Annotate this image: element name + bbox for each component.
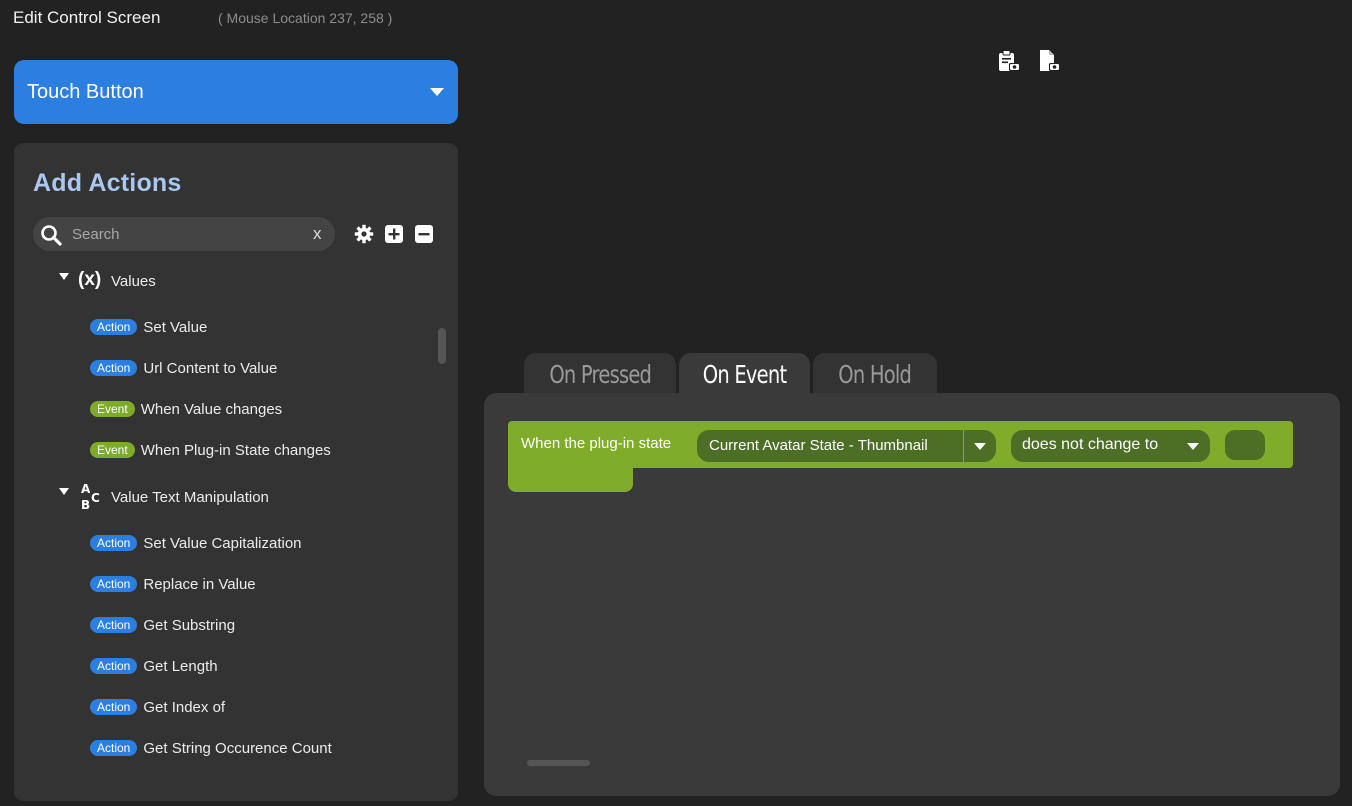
plugin-state-dropdown[interactable]: Current Avatar State - Thumbnail (697, 430, 996, 462)
chevron-down-icon (430, 88, 444, 96)
tab-label: On Event (702, 359, 787, 389)
list-item-get-index-of[interactable]: Action Get Index of (90, 697, 225, 717)
item-label: Replace in Value (143, 575, 256, 593)
action-badge: Action (90, 319, 138, 335)
event-editor-canvas[interactable]: When the plug-in state Current Avatar St… (484, 393, 1340, 796)
plugin-state-value: Current Avatar State - Thumbnail (709, 437, 928, 454)
item-label: Get Index of (143, 698, 226, 716)
control-type-dropdown[interactable]: Touch Button (14, 60, 458, 124)
chevron-down-icon (1187, 443, 1199, 450)
collapse-all-icon[interactable] (414, 224, 434, 244)
action-badge: Action (90, 617, 138, 633)
list-item-set-value[interactable]: Action Set Value (90, 317, 207, 337)
list-item-set-value-capitalization[interactable]: Action Set Value Capitalization (90, 533, 302, 553)
item-label: When Value changes (140, 400, 283, 418)
tab-on-hold[interactable]: On Hold (813, 353, 937, 395)
svg-text:A: A (81, 483, 91, 496)
item-label: Get String Occurence Count (143, 739, 332, 757)
tab-on-event[interactable]: On Event (679, 353, 810, 395)
svg-text:C: C (91, 491, 100, 505)
text-abc-icon: A B C (80, 482, 104, 512)
group-values-label: Values (111, 273, 156, 290)
search-clear-button[interactable]: x (313, 224, 322, 244)
group-text-manipulation-toggle[interactable] (59, 488, 69, 495)
state-value-input[interactable] (1225, 430, 1265, 460)
action-badge: Action (90, 658, 138, 674)
event-block[interactable]: When the plug-in state Current Avatar St… (508, 421, 1293, 468)
svg-text:B: B (81, 498, 90, 511)
tab-label: On Pressed (549, 359, 652, 389)
group-text-manipulation-label: Value Text Manipulation (111, 489, 269, 506)
list-item-when-plugin-state-changes[interactable]: Event When Plug-in State changes (90, 440, 331, 460)
control-type-value: Touch Button (27, 80, 144, 103)
chevron-down-icon (974, 443, 986, 450)
action-badge: Action (90, 699, 138, 715)
event-block-prefix: When the plug-in state (521, 435, 672, 452)
window-title: Edit Control Screen (13, 8, 161, 27)
action-badge: Action (90, 576, 138, 592)
canvas-horizontal-scrollbar[interactable] (527, 760, 590, 766)
variable-icon: (x) (78, 269, 102, 290)
list-item-get-string-occurence-count[interactable]: Action Get String Occurence Count (90, 738, 332, 758)
actions-scrollbar[interactable] (438, 328, 446, 364)
tab-on-pressed[interactable]: On Pressed (524, 353, 676, 395)
list-item-when-value-changes[interactable]: Event When Value changes (90, 399, 282, 419)
item-label: Get Length (143, 657, 218, 675)
action-badge: Action (90, 535, 138, 551)
add-actions-panel: Add Actions x (14, 143, 458, 801)
condition-value: does not change to (1022, 436, 1159, 453)
copy-screenshot-icon[interactable] (997, 49, 1021, 73)
action-badge: Action (90, 360, 138, 376)
item-label: Url Content to Value (143, 359, 278, 377)
list-item-get-substring[interactable]: Action Get Substring (90, 615, 235, 635)
expand-all-icon[interactable] (384, 224, 404, 244)
abc-glyph: A B C (81, 482, 100, 512)
search-input[interactable] (72, 221, 302, 247)
list-item-url-content-to-value[interactable]: Action Url Content to Value (90, 358, 277, 378)
event-badge: Event (90, 401, 135, 417)
item-label: When Plug-in State changes (140, 441, 331, 459)
edit-control-screen: Edit Control Screen ( Mouse Location 237… (0, 0, 1352, 806)
add-actions-title: Add Actions (33, 169, 182, 197)
condition-dropdown[interactable]: does not change to (1011, 430, 1210, 462)
action-badge: Action (90, 740, 138, 756)
group-values-toggle[interactable] (59, 273, 69, 280)
item-label: Set Value Capitalization (143, 534, 302, 552)
file-screenshot-icon[interactable] (1037, 49, 1061, 73)
item-label: Set Value (143, 318, 208, 336)
search-icon (41, 225, 62, 246)
gear-icon[interactable] (354, 224, 374, 244)
list-item-get-length[interactable]: Action Get Length (90, 656, 218, 676)
tab-label: On Hold (838, 359, 913, 389)
list-item-replace-in-value[interactable]: Action Replace in Value (90, 574, 256, 594)
mouse-location-readout: ( Mouse Location 237, 258 ) (218, 10, 393, 26)
item-label: Get Substring (143, 616, 236, 634)
event-badge: Event (90, 442, 135, 458)
search-box: x (33, 217, 335, 251)
dropdown-separator (963, 430, 964, 462)
